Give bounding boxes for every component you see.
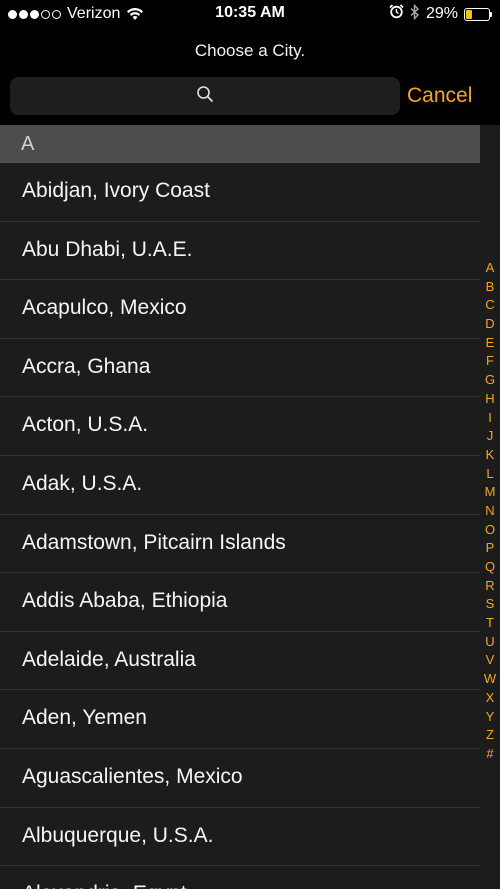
index-letter[interactable]: V (480, 651, 500, 670)
index-letter[interactable]: Q (480, 558, 500, 577)
bluetooth-icon (410, 3, 420, 25)
city-name: Adamstown, Pitcairn Islands (22, 530, 286, 554)
search-field[interactable] (10, 77, 400, 115)
index-letter[interactable]: C (480, 296, 500, 315)
city-name: Adelaide, Australia (22, 647, 196, 671)
index-letter[interactable]: P (480, 539, 500, 558)
city-list: Abidjan, Ivory Coast Abu Dhabi, U.A.E. Aca… (0, 163, 480, 889)
city-name: Addis Ababa, Ethiopia (22, 589, 228, 613)
city-row[interactable]: Adelaide, Australia (0, 632, 480, 691)
signal-dot (52, 9, 61, 19)
index-letter[interactable]: N (480, 502, 500, 521)
index-letter[interactable]: B (480, 278, 500, 297)
signal-dot (41, 9, 50, 19)
alphabet-index[interactable]: A B C D E F G H I J K L M N O P Q R S T U V W X Y Z # (480, 259, 500, 764)
section-header: A (0, 125, 480, 163)
index-letter[interactable]: F (480, 352, 500, 371)
city-name: Adak, U.S.A. (22, 471, 143, 495)
section-header-label: A (21, 133, 35, 155)
index-letter[interactable]: Z (480, 726, 500, 745)
city-name: Aguascalientes, Mexico (22, 764, 243, 788)
wifi-icon (126, 7, 144, 21)
city-row[interactable]: Albuquerque, U.S.A. (0, 808, 480, 867)
index-letter[interactable]: K (480, 446, 500, 465)
alarm-clock-icon (389, 4, 404, 24)
city-name: Abu Dhabi, U.A.E. (22, 237, 193, 261)
city-name: Abidjan, Ivory Coast (22, 179, 210, 202)
signal-strength-icon (8, 9, 61, 19)
index-letter[interactable]: T (480, 614, 500, 633)
status-bar: Verizon 10:35 AM 29% (0, 0, 500, 28)
carrier-name: Verizon (67, 5, 121, 22)
battery-icon (464, 7, 492, 21)
city-row[interactable]: Aguascalientes, Mexico (0, 749, 480, 808)
index-letter[interactable]: E (480, 334, 500, 353)
city-row[interactable]: Aden, Yemen (0, 690, 480, 749)
index-letter[interactable]: L (480, 465, 500, 484)
city-row[interactable]: Addis Ababa, Ethiopia (0, 573, 480, 632)
battery-percent: 29% (425, 5, 458, 22)
index-letter[interactable]: # (480, 745, 500, 764)
index-letter[interactable]: D (480, 315, 500, 334)
city-name: Aden, Yemen (22, 706, 147, 730)
status-left: Verizon (8, 4, 144, 24)
index-letter[interactable]: A (480, 259, 500, 278)
index-letter[interactable]: G (480, 371, 500, 390)
search-input[interactable] (10, 77, 400, 115)
city-row[interactable]: Alexandria, Egypt (0, 866, 480, 889)
index-letter[interactable]: Y (480, 708, 500, 727)
city-row[interactable]: Abu Dhabi, U.A.E. (0, 222, 480, 281)
cancel-button[interactable]: Cancel (407, 82, 497, 110)
navigation-header: Choose a City. Cancel (0, 28, 500, 125)
city-row[interactable]: Acton, U.S.A. (0, 397, 480, 456)
city-name: Accra, Ghana (22, 354, 151, 378)
signal-dot (30, 9, 39, 19)
city-name: Acapulco, Mexico (22, 296, 187, 320)
city-row[interactable]: Adamstown, Pitcairn Islands (0, 515, 480, 574)
status-right: 29% (389, 3, 492, 25)
city-row[interactable]: Adak, U.S.A. (0, 456, 480, 515)
index-letter[interactable]: R (480, 577, 500, 596)
city-row[interactable]: Acapulco, Mexico (0, 280, 480, 339)
city-name: Albuquerque, U.S.A. (22, 823, 214, 847)
city-row[interactable]: Accra, Ghana (0, 339, 480, 398)
index-letter[interactable]: W (480, 670, 500, 689)
city-name: Acton, U.S.A. (22, 413, 149, 437)
index-letter[interactable]: U (480, 633, 500, 652)
index-letter[interactable]: O (480, 521, 500, 540)
signal-dot (8, 9, 17, 19)
city-row[interactable]: Abidjan, Ivory Coast (0, 163, 480, 222)
index-letter[interactable]: I (480, 409, 500, 428)
index-letter[interactable]: S (480, 595, 500, 614)
index-letter[interactable]: H (480, 390, 500, 409)
index-letter[interactable]: J (480, 427, 500, 446)
signal-dot (19, 9, 28, 19)
index-letter[interactable]: M (480, 483, 500, 502)
index-letter[interactable]: X (480, 689, 500, 708)
page-title: Choose a City. (194, 41, 306, 60)
city-name: Alexandria, Egypt (22, 882, 187, 889)
